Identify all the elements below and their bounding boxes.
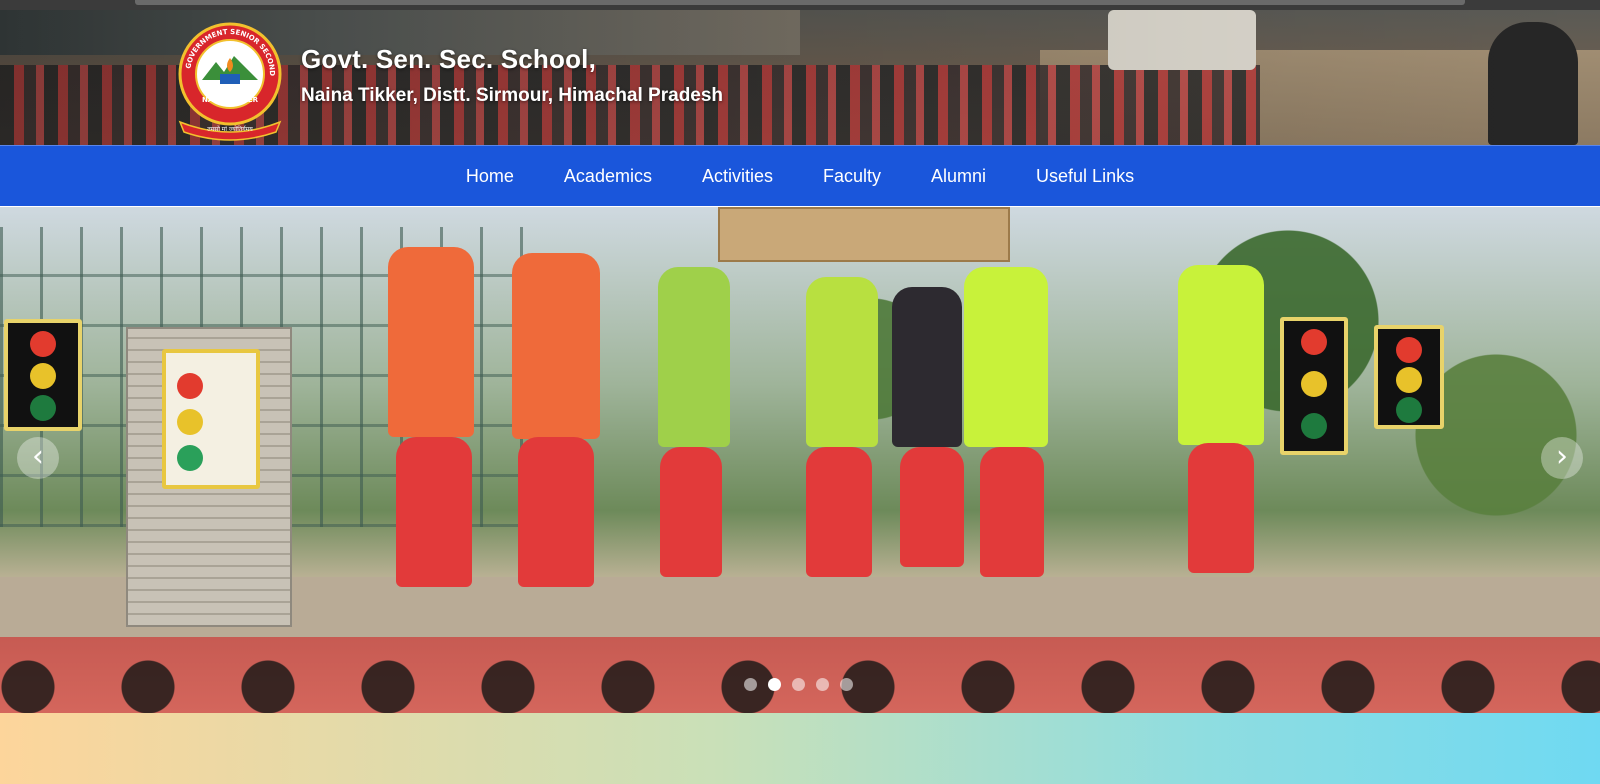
slider-pagination: [744, 678, 853, 691]
slide-photo-student-legs: [396, 437, 472, 587]
slide-photo-student: [806, 277, 878, 447]
chevron-right-icon: ›: [1556, 439, 1568, 474]
slide-photo-traffic-light: [4, 319, 82, 431]
school-title[interactable]: Govt. Sen. Sec. School,: [301, 44, 596, 75]
nav-item-alumni[interactable]: Alumni: [931, 166, 986, 187]
slide-photo-student: [1178, 265, 1264, 445]
nav-item-academics[interactable]: Academics: [564, 166, 652, 187]
slide-photo-audience: [0, 637, 1600, 713]
slide-photo-student-legs: [660, 447, 722, 577]
slider-dot[interactable]: [744, 678, 757, 691]
school-logo[interactable]: GOVERNMENT SENIOR SECONDARY SCHOOL NAINA…: [168, 18, 292, 142]
site-header: GOVERNMENT SENIOR SECONDARY SCHOOL NAINA…: [0, 10, 1600, 145]
slide-photo-student-legs: [980, 447, 1044, 577]
slide-photo-student-legs: [1188, 443, 1254, 573]
slider-dot[interactable]: [816, 678, 829, 691]
slide-photo-student-legs: [806, 447, 872, 577]
slide-photo-traffic-light: [1280, 317, 1348, 455]
slider-next-button[interactable]: ›: [1541, 437, 1583, 479]
slide-photo-student: [512, 253, 600, 439]
slider-dot-active[interactable]: [768, 678, 781, 691]
slide-photo-student-legs: [900, 447, 964, 567]
main-nav: Home Academics Activities Faculty Alumni…: [0, 145, 1600, 206]
slide-photo-traffic-chart: [162, 349, 260, 489]
slide-photo-student: [964, 267, 1048, 447]
nav-item-activities[interactable]: Activities: [702, 166, 773, 187]
slide-photo-signboard: [718, 207, 1010, 262]
gradient-section-band: [0, 713, 1600, 784]
browser-top-strip: [0, 0, 1600, 10]
slide-photo-student-legs: [518, 437, 594, 587]
nav-item-useful-links[interactable]: Useful Links: [1036, 166, 1134, 187]
school-address: Naina Tikker, Distt. Sirmour, Himachal P…: [301, 85, 724, 106]
logo-bottom-text: NAINA TIKKER: [202, 96, 259, 104]
browser-strip-bar: [135, 0, 1465, 5]
slide-photo-traffic-light: [1374, 325, 1444, 429]
nav-item-faculty[interactable]: Faculty: [823, 166, 881, 187]
chevron-left-icon: ‹: [32, 439, 44, 474]
hero-slider: ‹ ›: [0, 207, 1600, 713]
nav-item-home[interactable]: Home: [466, 166, 514, 187]
slider-prev-button[interactable]: ‹: [17, 437, 59, 479]
logo-motto-text: तमसो मां ज्योतिर्गमय: [207, 125, 253, 133]
slider-dot[interactable]: [840, 678, 853, 691]
slide-photo-student: [658, 267, 730, 447]
slide-photo-student: [388, 247, 474, 437]
slider-dot[interactable]: [792, 678, 805, 691]
slide-photo-student: [892, 287, 962, 447]
